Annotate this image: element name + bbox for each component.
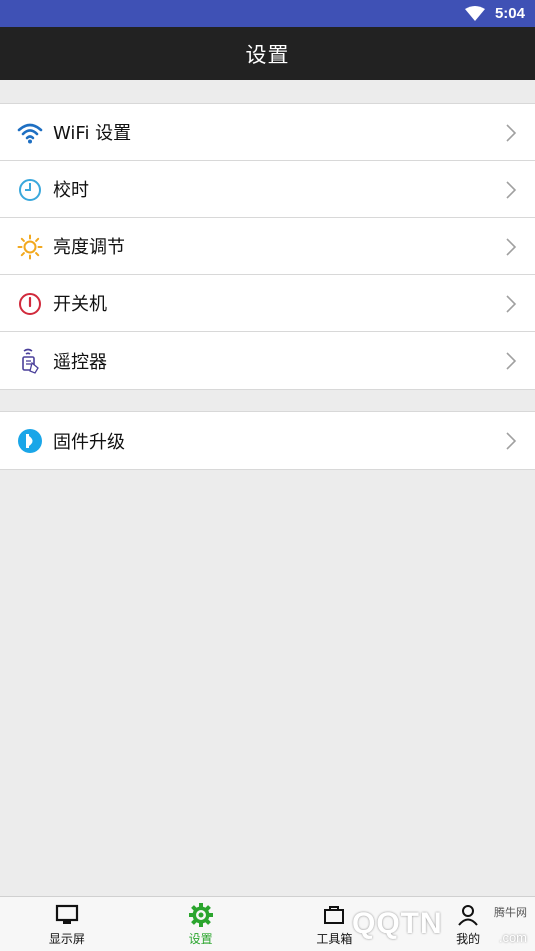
tab-display[interactable]: 显示屏: [0, 897, 134, 951]
tab-settings[interactable]: 设置: [134, 897, 268, 951]
remote-icon: [17, 348, 43, 374]
gear-icon: [188, 902, 214, 928]
status-bar: 5:04: [0, 0, 535, 27]
settings-item-time-sync[interactable]: 校时: [0, 161, 535, 218]
firmware-icon: [17, 428, 43, 454]
chevron-right-icon: [506, 432, 517, 450]
wifi-icon: [17, 120, 43, 146]
settings-item-label: 校时: [53, 180, 89, 201]
settings-item-power[interactable]: 开关机: [0, 275, 535, 332]
settings-item-label: 固件升级: [53, 431, 125, 453]
settings-item-label: 开关机: [53, 294, 107, 315]
chevron-right-icon: [506, 124, 517, 142]
chevron-right-icon: [506, 352, 517, 370]
settings-item-brightness[interactable]: 亮度调节: [0, 218, 535, 275]
settings-item-label: 亮度调节: [53, 237, 125, 258]
chevron-right-icon: [506, 238, 517, 256]
tab-label: 显示屏: [48, 931, 85, 946]
clock-icon: [17, 177, 43, 203]
monitor-icon: [54, 902, 80, 928]
power-icon: [17, 291, 43, 317]
watermark-logo: QQTN: [352, 906, 443, 940]
page-title: 设置: [245, 42, 290, 67]
settings-item-label: 遥控器: [53, 351, 107, 373]
settings-item-firmware[interactable]: 固件升级: [0, 412, 535, 469]
watermark-site-name: 腾牛网: [494, 907, 527, 919]
brightness-icon: [17, 234, 43, 260]
tab-label: 设置: [188, 931, 213, 946]
watermark-domain: .com: [498, 930, 527, 945]
settings-item-label: WiFi 设置: [53, 123, 132, 144]
chevron-right-icon: [506, 295, 517, 313]
status-time: 5:04: [494, 5, 525, 22]
app-bar: 设置: [0, 27, 535, 80]
settings-group-firmware: 固件升级: [0, 411, 535, 470]
settings-item-wifi[interactable]: WiFi 设置: [0, 104, 535, 161]
settings-item-remote[interactable]: 遥控器: [0, 332, 535, 389]
watermark: QQTN 腾牛网 .com: [330, 896, 535, 951]
chevron-right-icon: [506, 181, 517, 199]
settings-group-main: WiFi 设置 校时 亮度调节 开关机 遥控器: [0, 103, 535, 390]
wifi-icon: [464, 5, 485, 21]
